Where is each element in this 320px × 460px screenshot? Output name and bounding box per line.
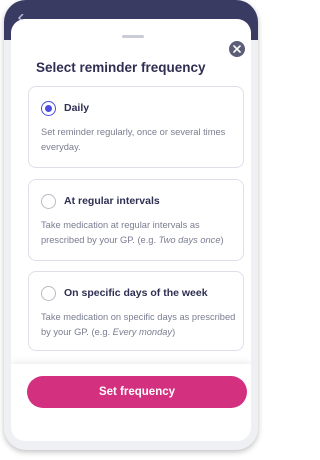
option-daily[interactable]: Daily Set reminder regularly, once or se…	[28, 86, 244, 168]
set-frequency-button[interactable]: Set frequency	[27, 376, 247, 408]
option-label: At regular intervals	[64, 195, 160, 207]
radio-daily[interactable]	[41, 101, 56, 116]
close-icon	[233, 45, 241, 53]
bottom-sheet: Select reminder frequency Daily Set remi…	[11, 19, 251, 441]
option-label: On specific days of the week	[64, 287, 208, 299]
option-specific-days[interactable]: On specific days of the week Take medica…	[28, 271, 244, 351]
drag-handle[interactable]	[122, 35, 144, 38]
radio-specific-days[interactable]	[41, 286, 56, 301]
option-regular-intervals[interactable]: At regular intervals Take medication at …	[28, 179, 244, 261]
option-description: Take medication at regular intervals as …	[41, 220, 224, 245]
option-label: Daily	[64, 102, 90, 114]
close-button[interactable]	[229, 41, 245, 57]
radio-regular-intervals[interactable]	[41, 194, 56, 209]
phone-frame: Select reminder frequency Daily Set remi…	[4, 0, 258, 450]
option-description: Take medication on specific days as pres…	[41, 312, 236, 337]
option-description: Set reminder regularly, once or several …	[41, 127, 226, 152]
sheet-footer: Set frequency	[11, 364, 251, 441]
sheet-title: Select reminder frequency	[36, 60, 206, 75]
